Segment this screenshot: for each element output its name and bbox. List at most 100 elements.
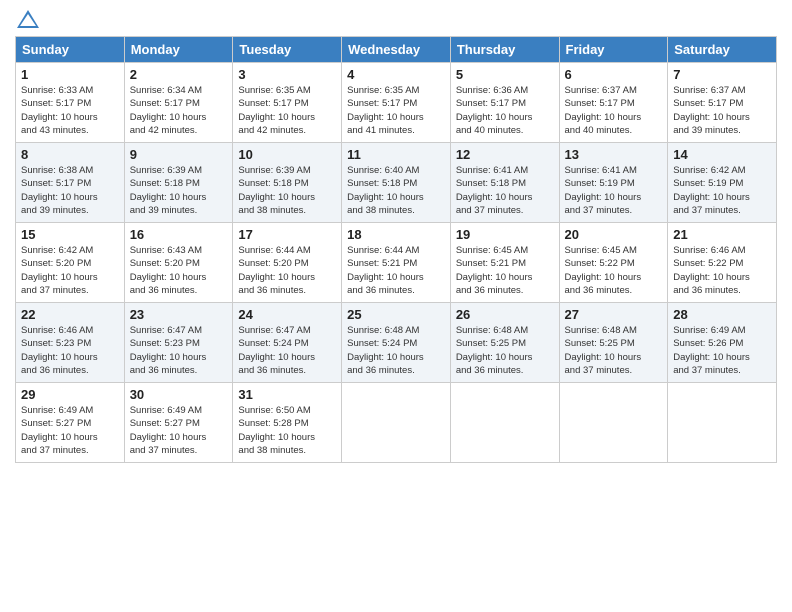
day-number: 1 (21, 67, 119, 82)
day-number: 26 (456, 307, 554, 322)
day-info: Sunrise: 6:48 AM Sunset: 5:24 PM Dayligh… (347, 324, 445, 377)
week-row-1: 1 Sunrise: 6:33 AM Sunset: 5:17 PM Dayli… (16, 63, 777, 143)
day-info: Sunrise: 6:47 AM Sunset: 5:24 PM Dayligh… (238, 324, 336, 377)
day-cell: 11 Sunrise: 6:40 AM Sunset: 5:18 PM Dayl… (342, 143, 451, 223)
day-cell (559, 383, 668, 463)
day-info: Sunrise: 6:49 AM Sunset: 5:26 PM Dayligh… (673, 324, 771, 377)
day-cell: 24 Sunrise: 6:47 AM Sunset: 5:24 PM Dayl… (233, 303, 342, 383)
day-cell: 12 Sunrise: 6:41 AM Sunset: 5:18 PM Dayl… (450, 143, 559, 223)
header (15, 10, 777, 28)
day-info: Sunrise: 6:46 AM Sunset: 5:22 PM Dayligh… (673, 244, 771, 297)
calendar: Sunday Monday Tuesday Wednesday Thursday… (15, 36, 777, 463)
day-info: Sunrise: 6:42 AM Sunset: 5:20 PM Dayligh… (21, 244, 119, 297)
week-row-4: 22 Sunrise: 6:46 AM Sunset: 5:23 PM Dayl… (16, 303, 777, 383)
day-cell: 17 Sunrise: 6:44 AM Sunset: 5:20 PM Dayl… (233, 223, 342, 303)
day-info: Sunrise: 6:48 AM Sunset: 5:25 PM Dayligh… (565, 324, 663, 377)
day-number: 9 (130, 147, 228, 162)
day-info: Sunrise: 6:44 AM Sunset: 5:20 PM Dayligh… (238, 244, 336, 297)
col-tuesday: Tuesday (233, 37, 342, 63)
day-number: 15 (21, 227, 119, 242)
day-cell: 5 Sunrise: 6:36 AM Sunset: 5:17 PM Dayli… (450, 63, 559, 143)
day-number: 25 (347, 307, 445, 322)
day-info: Sunrise: 6:38 AM Sunset: 5:17 PM Dayligh… (21, 164, 119, 217)
day-number: 27 (565, 307, 663, 322)
day-number: 19 (456, 227, 554, 242)
day-cell: 30 Sunrise: 6:49 AM Sunset: 5:27 PM Dayl… (124, 383, 233, 463)
day-cell: 28 Sunrise: 6:49 AM Sunset: 5:26 PM Dayl… (668, 303, 777, 383)
day-info: Sunrise: 6:49 AM Sunset: 5:27 PM Dayligh… (21, 404, 119, 457)
day-info: Sunrise: 6:35 AM Sunset: 5:17 PM Dayligh… (347, 84, 445, 137)
day-cell: 18 Sunrise: 6:44 AM Sunset: 5:21 PM Dayl… (342, 223, 451, 303)
day-cell: 10 Sunrise: 6:39 AM Sunset: 5:18 PM Dayl… (233, 143, 342, 223)
day-number: 31 (238, 387, 336, 402)
day-cell: 6 Sunrise: 6:37 AM Sunset: 5:17 PM Dayli… (559, 63, 668, 143)
col-sunday: Sunday (16, 37, 125, 63)
day-info: Sunrise: 6:41 AM Sunset: 5:19 PM Dayligh… (565, 164, 663, 217)
day-number: 13 (565, 147, 663, 162)
day-info: Sunrise: 6:42 AM Sunset: 5:19 PM Dayligh… (673, 164, 771, 217)
day-number: 4 (347, 67, 445, 82)
day-cell: 13 Sunrise: 6:41 AM Sunset: 5:19 PM Dayl… (559, 143, 668, 223)
col-saturday: Saturday (668, 37, 777, 63)
day-number: 11 (347, 147, 445, 162)
day-info: Sunrise: 6:33 AM Sunset: 5:17 PM Dayligh… (21, 84, 119, 137)
day-number: 17 (238, 227, 336, 242)
day-info: Sunrise: 6:40 AM Sunset: 5:18 PM Dayligh… (347, 164, 445, 217)
day-number: 21 (673, 227, 771, 242)
col-thursday: Thursday (450, 37, 559, 63)
day-number: 20 (565, 227, 663, 242)
day-info: Sunrise: 6:35 AM Sunset: 5:17 PM Dayligh… (238, 84, 336, 137)
header-row: Sunday Monday Tuesday Wednesday Thursday… (16, 37, 777, 63)
day-number: 18 (347, 227, 445, 242)
day-cell: 19 Sunrise: 6:45 AM Sunset: 5:21 PM Dayl… (450, 223, 559, 303)
col-wednesday: Wednesday (342, 37, 451, 63)
day-info: Sunrise: 6:45 AM Sunset: 5:21 PM Dayligh… (456, 244, 554, 297)
day-info: Sunrise: 6:44 AM Sunset: 5:21 PM Dayligh… (347, 244, 445, 297)
day-cell (342, 383, 451, 463)
week-row-2: 8 Sunrise: 6:38 AM Sunset: 5:17 PM Dayli… (16, 143, 777, 223)
day-cell: 14 Sunrise: 6:42 AM Sunset: 5:19 PM Dayl… (668, 143, 777, 223)
day-number: 8 (21, 147, 119, 162)
day-cell: 26 Sunrise: 6:48 AM Sunset: 5:25 PM Dayl… (450, 303, 559, 383)
day-info: Sunrise: 6:49 AM Sunset: 5:27 PM Dayligh… (130, 404, 228, 457)
day-info: Sunrise: 6:36 AM Sunset: 5:17 PM Dayligh… (456, 84, 554, 137)
day-number: 12 (456, 147, 554, 162)
day-number: 24 (238, 307, 336, 322)
logo (15, 10, 39, 28)
day-cell: 1 Sunrise: 6:33 AM Sunset: 5:17 PM Dayli… (16, 63, 125, 143)
day-cell: 3 Sunrise: 6:35 AM Sunset: 5:17 PM Dayli… (233, 63, 342, 143)
day-cell: 22 Sunrise: 6:46 AM Sunset: 5:23 PM Dayl… (16, 303, 125, 383)
day-cell: 27 Sunrise: 6:48 AM Sunset: 5:25 PM Dayl… (559, 303, 668, 383)
day-info: Sunrise: 6:48 AM Sunset: 5:25 PM Dayligh… (456, 324, 554, 377)
day-cell: 20 Sunrise: 6:45 AM Sunset: 5:22 PM Dayl… (559, 223, 668, 303)
day-cell: 8 Sunrise: 6:38 AM Sunset: 5:17 PM Dayli… (16, 143, 125, 223)
day-info: Sunrise: 6:46 AM Sunset: 5:23 PM Dayligh… (21, 324, 119, 377)
day-number: 2 (130, 67, 228, 82)
day-info: Sunrise: 6:41 AM Sunset: 5:18 PM Dayligh… (456, 164, 554, 217)
day-info: Sunrise: 6:50 AM Sunset: 5:28 PM Dayligh… (238, 404, 336, 457)
week-row-5: 29 Sunrise: 6:49 AM Sunset: 5:27 PM Dayl… (16, 383, 777, 463)
col-friday: Friday (559, 37, 668, 63)
day-cell: 29 Sunrise: 6:49 AM Sunset: 5:27 PM Dayl… (16, 383, 125, 463)
day-cell: 4 Sunrise: 6:35 AM Sunset: 5:17 PM Dayli… (342, 63, 451, 143)
day-number: 7 (673, 67, 771, 82)
day-number: 6 (565, 67, 663, 82)
day-cell: 15 Sunrise: 6:42 AM Sunset: 5:20 PM Dayl… (16, 223, 125, 303)
day-info: Sunrise: 6:37 AM Sunset: 5:17 PM Dayligh… (565, 84, 663, 137)
day-info: Sunrise: 6:39 AM Sunset: 5:18 PM Dayligh… (130, 164, 228, 217)
day-number: 30 (130, 387, 228, 402)
day-info: Sunrise: 6:47 AM Sunset: 5:23 PM Dayligh… (130, 324, 228, 377)
col-monday: Monday (124, 37, 233, 63)
day-info: Sunrise: 6:45 AM Sunset: 5:22 PM Dayligh… (565, 244, 663, 297)
day-number: 29 (21, 387, 119, 402)
day-cell (450, 383, 559, 463)
day-number: 5 (456, 67, 554, 82)
day-cell: 31 Sunrise: 6:50 AM Sunset: 5:28 PM Dayl… (233, 383, 342, 463)
day-info: Sunrise: 6:43 AM Sunset: 5:20 PM Dayligh… (130, 244, 228, 297)
day-number: 23 (130, 307, 228, 322)
day-number: 14 (673, 147, 771, 162)
day-cell: 9 Sunrise: 6:39 AM Sunset: 5:18 PM Dayli… (124, 143, 233, 223)
day-cell: 23 Sunrise: 6:47 AM Sunset: 5:23 PM Dayl… (124, 303, 233, 383)
logo-icon (17, 10, 39, 28)
day-cell: 7 Sunrise: 6:37 AM Sunset: 5:17 PM Dayli… (668, 63, 777, 143)
